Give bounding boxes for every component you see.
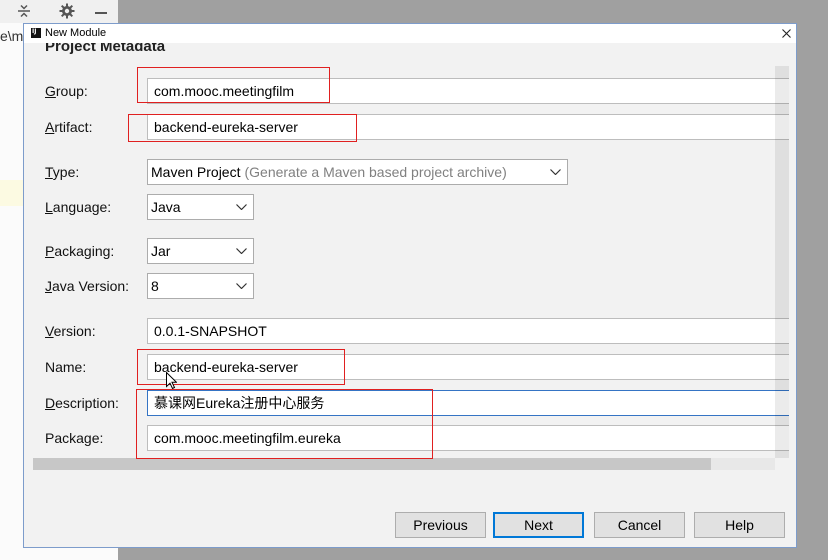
type-selected: Maven Project [151,164,241,180]
project-toolbar [0,0,118,23]
version-field[interactable] [147,318,789,344]
language-label: Language: [45,199,112,215]
cancel-button[interactable]: Cancel [594,512,685,538]
next-button[interactable]: Next [493,512,584,538]
help-button[interactable]: Help [694,512,785,538]
chevron-down-icon [236,248,247,255]
section-title: Project Metadata [45,43,166,55]
dialog-title-bar[interactable]: IJ New Module [24,24,796,43]
package-label: Package: [45,430,104,446]
language-selected: Java [151,199,181,215]
intellij-logo-icon: IJ [31,28,41,38]
dialog-title: New Module [45,27,107,39]
annotation-box [128,114,357,142]
packaging-selected: Jar [151,243,171,259]
screen: e\m IJ New Module Project Metadata Group… [0,0,828,560]
version-label: Version: [45,323,96,339]
java-version-combo[interactable]: 8 [147,273,254,299]
name-label: Name: [45,359,87,375]
collapse-all-icon[interactable] [17,4,31,18]
minimize-icon[interactable] [95,10,107,14]
logo-text: IJ [32,28,37,35]
packaging-combo[interactable]: Jar [147,238,254,264]
type-hint: (Generate a Maven based project archive) [244,164,507,180]
chevron-down-icon [236,283,247,290]
description-label: Description: [45,395,119,411]
gear-icon[interactable] [59,3,75,19]
annotation-box [136,389,433,459]
annotation-box [137,67,330,103]
project-tree-path: e\m [0,28,24,44]
group-label: Group: [45,83,88,99]
artifact-label: Artifact: [45,119,93,135]
type-combo[interactable]: Maven Project (Generate a Maven based pro… [147,159,568,185]
type-label: Type: [45,164,80,180]
close-icon[interactable] [782,29,791,38]
java-version-selected: 8 [151,278,159,294]
vertical-scrollbar[interactable] [775,66,789,458]
horizontal-scrollbar-thumb[interactable] [33,458,711,470]
mouse-cursor-icon [166,371,178,390]
chevron-down-icon [550,169,561,176]
language-combo[interactable]: Java [147,194,254,220]
previous-button[interactable]: Previous [395,512,486,538]
chevron-down-icon [236,204,247,211]
packaging-label: Packaging: [45,243,115,259]
java-version-label: Java Version: [45,278,130,294]
